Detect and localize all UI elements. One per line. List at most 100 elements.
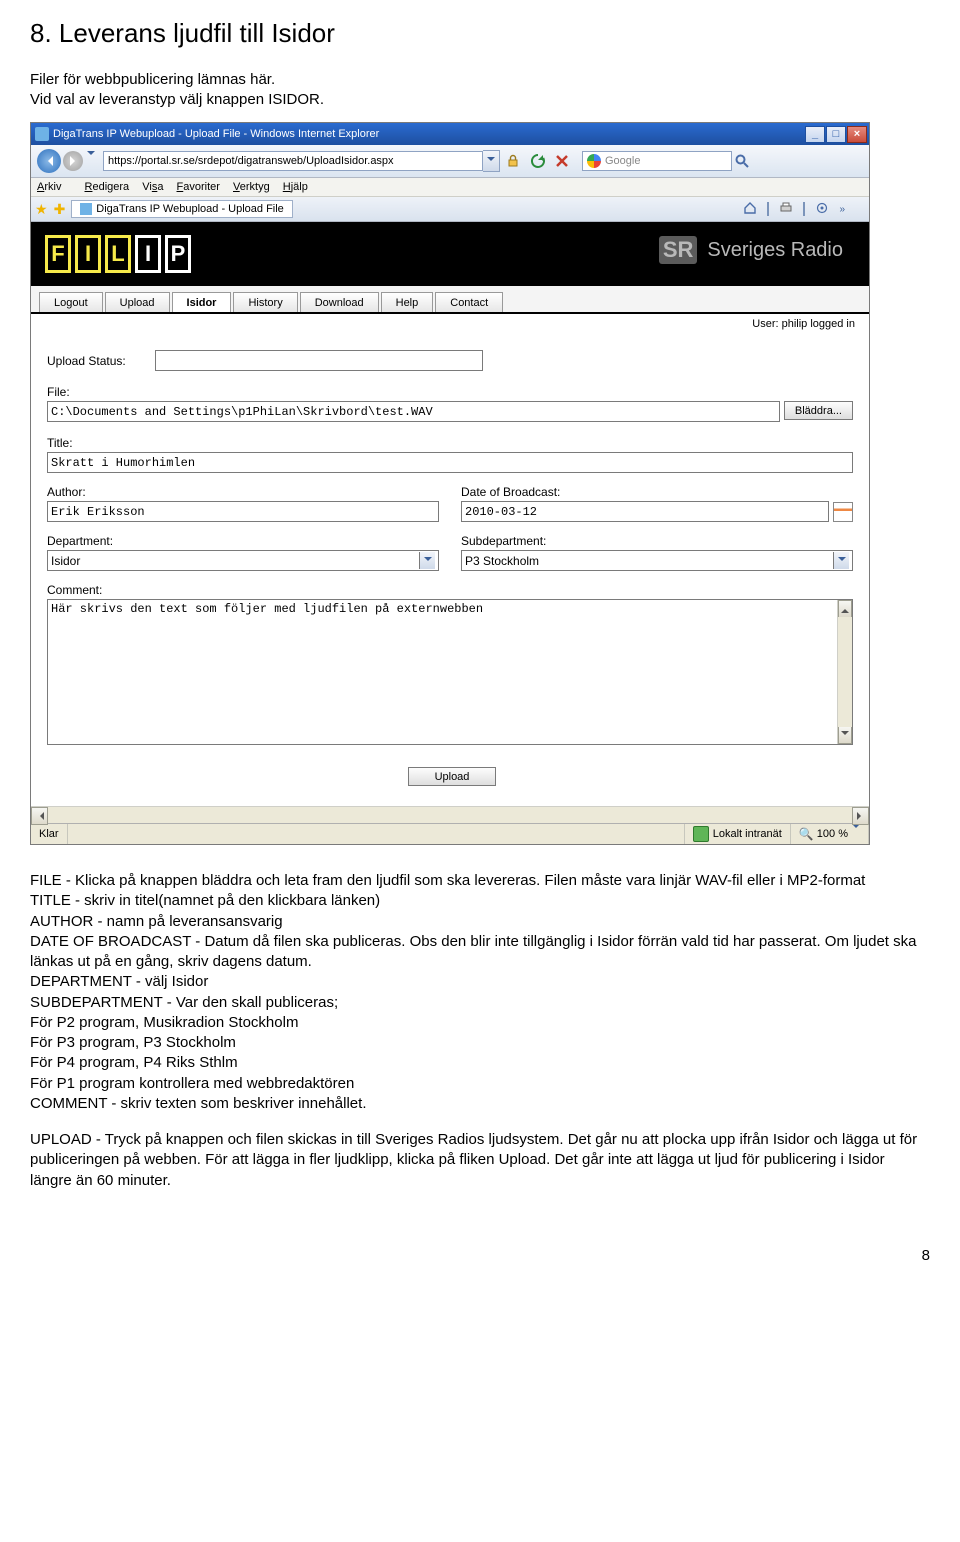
page-hscrollbar[interactable] — [31, 806, 869, 823]
filip-banner: FILIP SR Sveriges Radio — [31, 222, 869, 286]
tab-download[interactable]: Download — [300, 292, 379, 312]
sr-brand-text: Sveriges Radio — [707, 239, 843, 262]
menu-visa[interactable]: Visa — [142, 181, 163, 193]
scroll-down-icon[interactable] — [838, 727, 852, 744]
subdepartment-label: Subdepartment: — [461, 534, 853, 548]
app-tab-bar: Logout Upload Isidor History Download He… — [31, 286, 869, 314]
feed-icon[interactable] — [767, 203, 769, 215]
title-value: Skratt i Humorhimlen — [51, 456, 195, 470]
comment-textarea[interactable]: Här skrivs den text som följer med ljudf… — [47, 599, 853, 745]
address-bar[interactable]: https://portal.sr.se/srdepot/digatranswe… — [103, 151, 483, 171]
menu-redigera[interactable]: Redigera — [85, 181, 130, 193]
status-zone: Lokalt intranät — [685, 824, 791, 844]
upload-button[interactable]: Upload — [408, 767, 497, 786]
page-menu-icon[interactable] — [803, 203, 805, 215]
zoom-icon: 🔍 — [799, 827, 814, 841]
subdepartment-select[interactable]: P3 Stockholm — [461, 550, 853, 571]
browser-window: DigaTrans IP Webupload - Upload File - W… — [30, 122, 870, 845]
chevron-more-icon[interactable]: » — [839, 204, 845, 215]
explain-upload: UPLOAD - Tryck på knappen och filen skic… — [30, 1130, 930, 1191]
menu-favoriter[interactable]: Favoriter — [177, 181, 220, 193]
page-content: FILIP SR Sveriges Radio Logout Upload Is… — [31, 222, 869, 823]
tab-isidor[interactable]: Isidor — [172, 292, 232, 312]
menu-verktyg[interactable]: Verktyg — [233, 181, 270, 193]
subdepartment-dropdown-icon[interactable] — [833, 552, 849, 569]
calendar-icon[interactable] — [833, 502, 853, 522]
upload-status-field — [155, 350, 483, 371]
department-label: Department: — [47, 534, 439, 548]
toolbar-icons: » — [743, 201, 865, 218]
department-select[interactable]: Isidor — [47, 550, 439, 571]
author-label: Author: — [47, 485, 439, 499]
intro-line2: Vid val av leveranstyp välj knappen ISID… — [30, 91, 930, 108]
refresh-icon[interactable] — [530, 153, 546, 169]
page-number: 8 — [30, 1207, 930, 1264]
search-field[interactable]: Google — [582, 151, 732, 171]
menu-hjalp[interactable]: Hjälp — [283, 181, 308, 193]
print-icon[interactable] — [779, 201, 793, 218]
explain-department: DEPARTMENT - välj Isidor — [30, 973, 208, 990]
tab-title: DigaTrans IP Webupload - Upload File — [96, 203, 284, 215]
explain-p1: För P1 program kontrollera med webbredak… — [30, 1075, 354, 1092]
department-value: Isidor — [51, 554, 80, 568]
tab-upload[interactable]: Upload — [105, 292, 170, 312]
window-title: DigaTrans IP Webupload - Upload File - W… — [53, 128, 804, 140]
favorite-star-icon[interactable]: ★ — [35, 201, 48, 218]
explain-file: FILE - Klicka på knappen bläddra och let… — [30, 872, 865, 889]
minimize-button[interactable]: _ — [805, 126, 825, 143]
google-icon — [587, 154, 601, 168]
status-zoom[interactable]: 🔍 100 % — [791, 824, 869, 844]
menu-arkiv[interactable]: Arkiv — [37, 181, 71, 193]
status-left: Klar — [31, 824, 68, 844]
comment-value: Här skrivs den text som följer med ljudf… — [51, 602, 483, 616]
status-zone-text: Lokalt intranät — [713, 828, 782, 840]
upload-form: Upload Status: File: C:\Documents and Se… — [31, 336, 869, 806]
intro-line1: Filer för webbpublicering lämnas här. — [30, 71, 930, 88]
tab-help[interactable]: Help — [381, 292, 434, 312]
padlock-icon — [506, 154, 520, 168]
zone-icon — [693, 826, 709, 842]
ie-icon — [35, 127, 49, 141]
explain-author: AUTHOR - namn på leveransansvarig — [30, 913, 283, 930]
menu-bar: Arkiv Redigera Visa Favoriter Verktyg Hj… — [31, 178, 869, 197]
search-go-icon[interactable] — [734, 153, 750, 169]
maximize-button[interactable]: □ — [826, 126, 846, 143]
section-heading: 8. Leverans ljudfil till Isidor — [30, 18, 930, 49]
title-field[interactable]: Skratt i Humorhimlen — [47, 452, 853, 473]
tab-logout[interactable]: Logout — [39, 292, 103, 312]
browser-tab[interactable]: DigaTrans IP Webupload - Upload File — [71, 200, 293, 218]
close-button[interactable]: × — [847, 126, 867, 143]
chevron-down-icon[interactable] — [87, 155, 95, 167]
author-field[interactable]: Erik Eriksson — [47, 501, 439, 522]
file-label: File: — [47, 385, 853, 399]
date-broadcast-field[interactable]: 2010-03-12 — [461, 501, 829, 522]
explain-subdept: SUBDEPARTMENT - Var den skall publiceras… — [30, 994, 338, 1011]
tools-icon[interactable] — [815, 201, 829, 218]
file-field[interactable]: C:\Documents and Settings\p1PhiLan\Skriv… — [47, 401, 780, 422]
subdepartment-value: P3 Stockholm — [465, 554, 539, 568]
upload-status-label: Upload Status: — [47, 354, 155, 368]
scroll-up-icon[interactable] — [838, 600, 852, 617]
forward-button[interactable] — [63, 151, 83, 171]
home-icon[interactable] — [743, 201, 757, 218]
back-button[interactable] — [37, 149, 61, 173]
window-titlebar: DigaTrans IP Webupload - Upload File - W… — [31, 123, 869, 145]
date-broadcast-label: Date of Broadcast: — [461, 485, 853, 499]
tab-history[interactable]: History — [233, 292, 297, 312]
tab-contact[interactable]: Contact — [435, 292, 503, 312]
nav-toolbar: https://portal.sr.se/srdepot/digatranswe… — [31, 145, 869, 178]
textarea-scrollbar[interactable] — [837, 600, 852, 744]
explain-p2: För P2 program, Musikradion Stockholm — [30, 1014, 298, 1031]
browse-button[interactable]: Bläddra... — [784, 401, 853, 420]
comment-label: Comment: — [47, 583, 853, 597]
date-broadcast-value: 2010-03-12 — [465, 505, 537, 519]
search-placeholder: Google — [605, 155, 640, 167]
explanation-block: FILE - Klicka på knappen bläddra och let… — [30, 871, 930, 1191]
explain-p4: För P4 program, P4 Riks Sthlm — [30, 1054, 238, 1071]
stop-icon[interactable] — [554, 153, 570, 169]
department-dropdown-icon[interactable] — [419, 552, 435, 569]
add-favorite-icon[interactable]: ✚ — [54, 201, 66, 218]
explain-p3: För P3 program, P3 Stockholm — [30, 1034, 236, 1051]
file-value: C:\Documents and Settings\p1PhiLan\Skriv… — [51, 405, 433, 419]
address-dropdown-button[interactable] — [483, 150, 500, 172]
